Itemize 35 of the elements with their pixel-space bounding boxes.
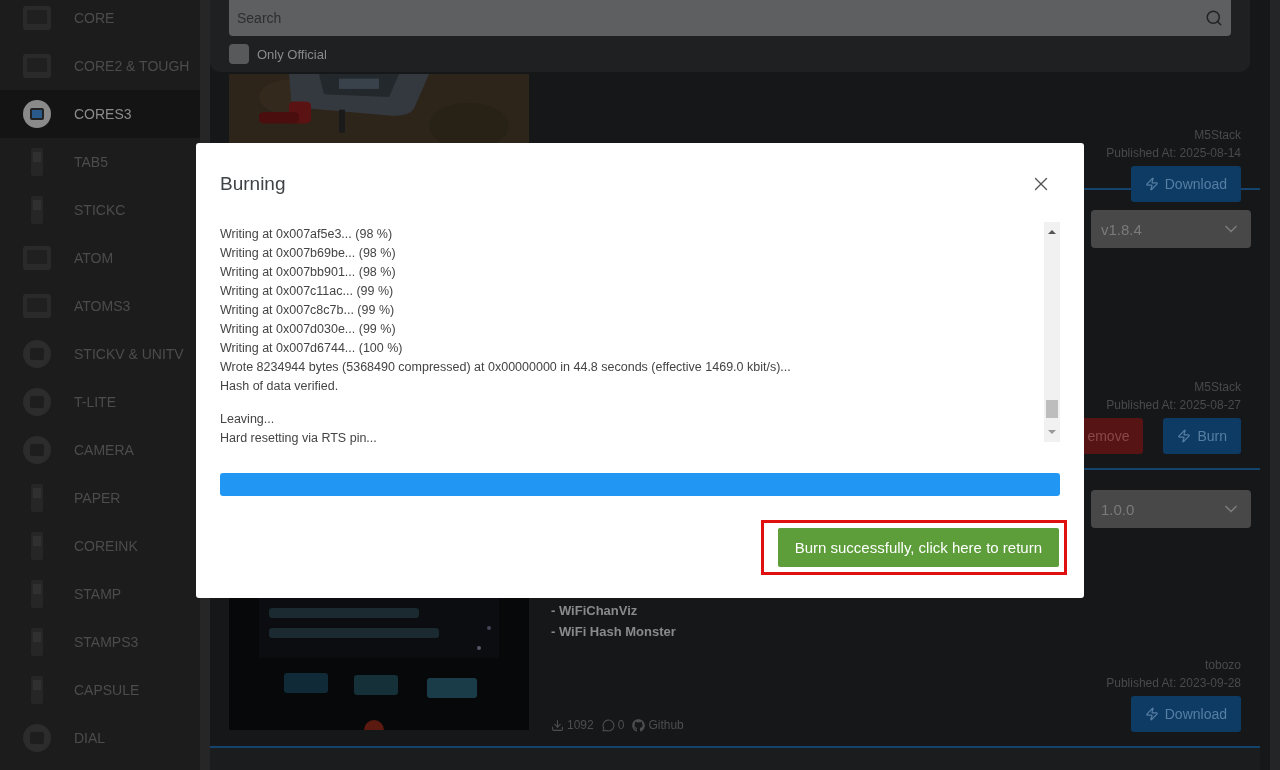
burn-button[interactable]: Burn: [1163, 418, 1241, 454]
lightning-icon: [1144, 177, 1159, 191]
log-line: Hash of data verified.: [220, 378, 340, 395]
download-button[interactable]: Download: [1130, 696, 1241, 732]
download-icon: [551, 718, 564, 732]
log-line: Writing at 0x007c8c7b... (99 %): [220, 302, 396, 319]
description-line: - WiFi Hash Monster: [551, 623, 677, 641]
sidebar-item[interactable]: CORES3: [0, 90, 200, 138]
download-count: 1092: [567, 718, 594, 732]
description-line: - WiFiChanViz: [551, 602, 639, 620]
search-icon[interactable]: [1205, 9, 1223, 27]
log-line: Writing at 0x007c11ac... (99 %): [220, 283, 395, 300]
source-link[interactable]: Github: [648, 718, 684, 732]
download-button[interactable]: Download: [1130, 166, 1241, 202]
arrow-up-icon[interactable]: [1048, 228, 1056, 236]
log-line: Leaving...: [220, 411, 276, 428]
log-line: Writing at 0x007b69be... (98 %): [220, 245, 397, 262]
github-icon: [632, 718, 646, 732]
lightning-icon: [1177, 429, 1192, 443]
log-line: Hard resetting via RTS pin...: [220, 430, 378, 447]
log-line: Wrote 8234944 bytes (5368490 compressed) at 0x00000000 in 44.8 seconds (effective 1469.0 kbit/s)...: [220, 359, 792, 376]
scrollbar-thumb[interactable]: [1046, 400, 1058, 418]
scrollbar[interactable]: [1044, 222, 1060, 442]
log-line: Writing at 0x007bb901... (98 %): [220, 264, 397, 281]
comment-icon: [601, 718, 615, 732]
arrow-down-icon[interactable]: [1048, 428, 1056, 436]
log-line: Writing at 0x007d6744... (100 %): [220, 340, 404, 357]
checkbox-label: Only Official: [257, 46, 327, 62]
log-line: Writing at 0x007d030e... (99 %): [220, 321, 397, 338]
checkbox[interactable]: [229, 44, 249, 64]
return-button[interactable]: Burn successfully, click here to return: [777, 528, 1059, 567]
lightning-icon: [1144, 707, 1159, 721]
device-icon: [22, 99, 52, 129]
dialog-title: Burning: [220, 173, 286, 195]
log-line: Writing at 0x007af5e3... (98 %): [220, 226, 394, 243]
